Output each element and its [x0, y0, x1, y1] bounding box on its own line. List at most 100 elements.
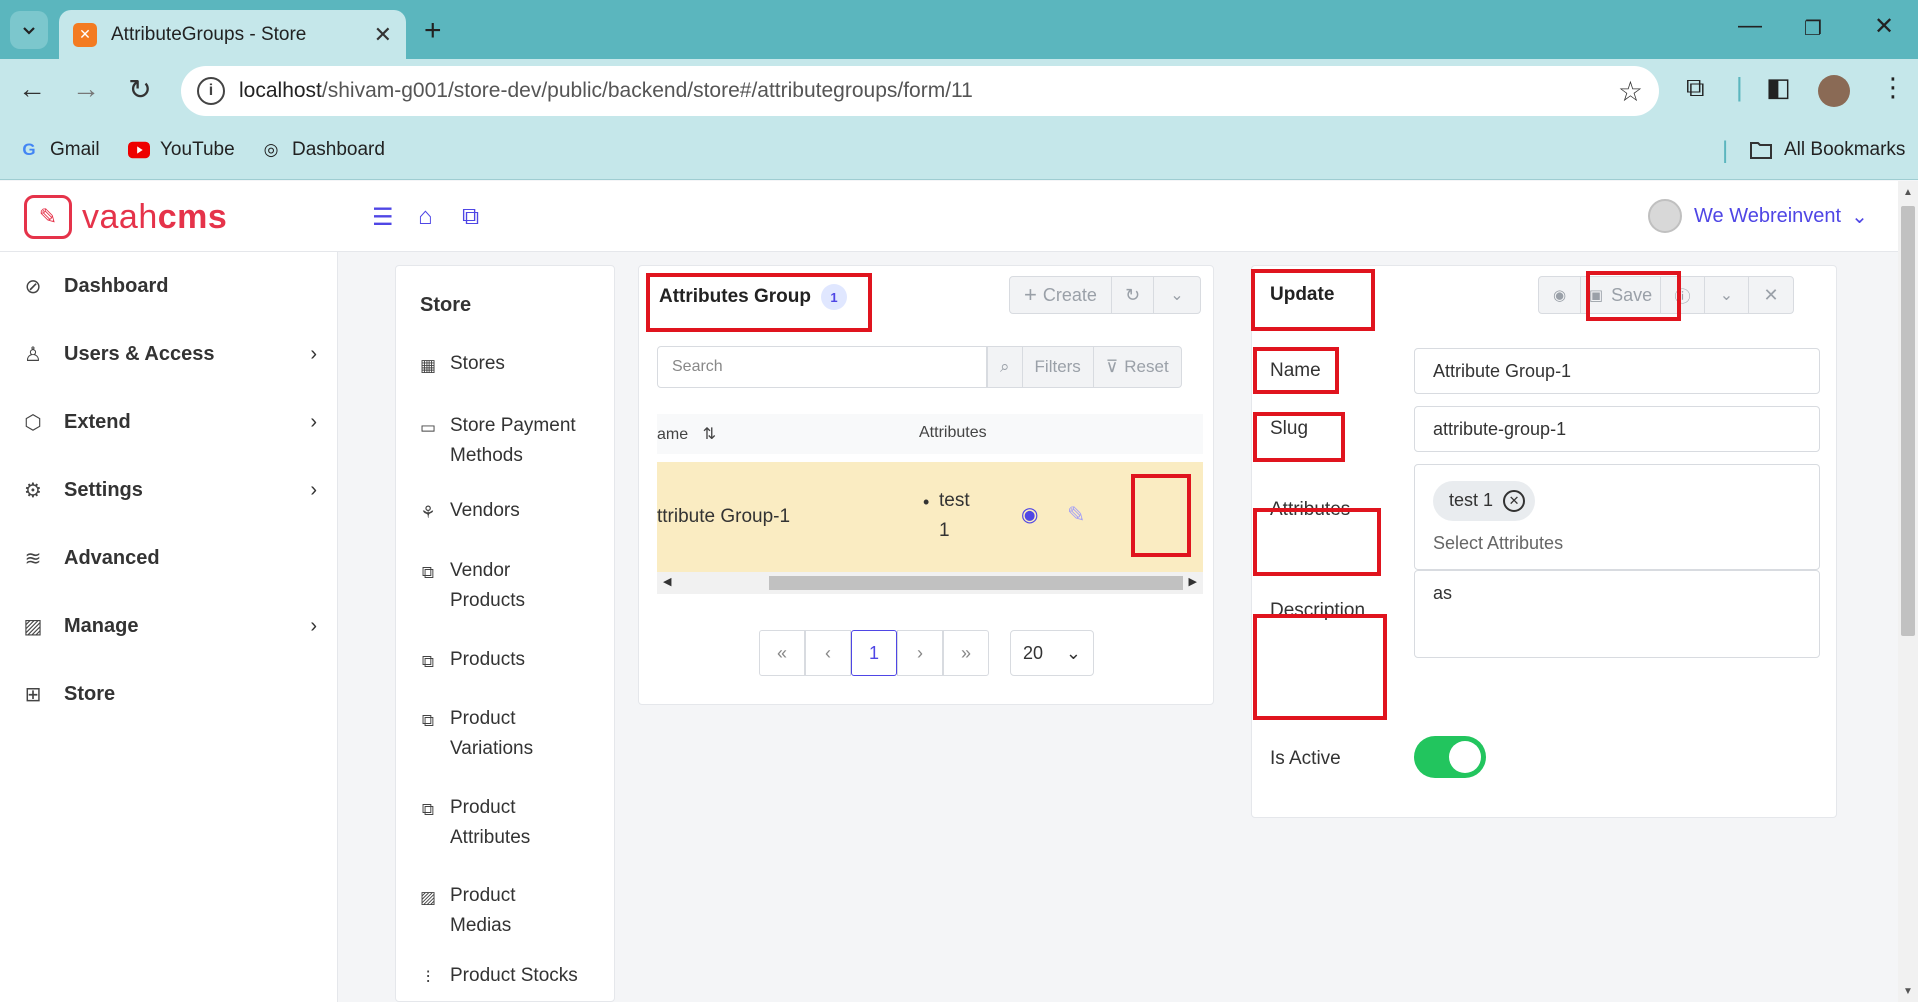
user-name: We Webreinvent: [1694, 204, 1842, 227]
address-bar[interactable]: i localhost/shivam-g001/store-dev/public…: [181, 66, 1659, 116]
chevron-down-icon: ⌄: [1170, 287, 1184, 304]
eye-icon: ◉: [1552, 287, 1567, 304]
sidebar-item-extend[interactable]: ⬡ Extend ›: [22, 410, 317, 435]
name-value: Attribute Group-1: [1433, 360, 1572, 381]
scroll-left-icon[interactable]: ◀: [663, 575, 671, 588]
bookmark-star-icon[interactable]: ☆: [1618, 75, 1643, 108]
close-form-button[interactable]: ✕: [1749, 277, 1793, 313]
next-page-button[interactable]: ›: [897, 630, 943, 676]
last-page-button[interactable]: »: [943, 630, 989, 676]
rows-per-page-select[interactable]: 20 ⌄: [1010, 630, 1094, 676]
bookmark-dashboard[interactable]: ◎ Dashboard: [260, 139, 385, 161]
vaahcms-logo[interactable]: ✎ vaahcms: [24, 195, 227, 239]
handshake-icon: ⚘: [420, 503, 436, 522]
attributes-multiselect[interactable]: test 1 ✕ Select Attributes: [1414, 464, 1820, 570]
bookmark-label: YouTube: [160, 139, 235, 160]
column-name-header[interactable]: ame ⇅: [657, 424, 716, 444]
name-field[interactable]: Attribute Group-1: [1414, 348, 1820, 394]
filters-button[interactable]: Filters: [1021, 347, 1093, 387]
store-menu-item-product-medias[interactable]: ▨ Product Medias: [418, 881, 608, 941]
store-menu-item-vendors[interactable]: ⚘ Vendors: [418, 496, 608, 528]
browser-tab-active[interactable]: ✕ AttributeGroups - Store ✕: [59, 10, 406, 59]
slug-field[interactable]: attribute-group-1: [1414, 406, 1820, 452]
is-active-toggle[interactable]: [1414, 736, 1486, 778]
search-input[interactable]: Search: [657, 346, 987, 388]
page-number-button[interactable]: 1: [851, 630, 897, 676]
table-horizontal-scrollbar[interactable]: ◀ ▶: [657, 572, 1203, 594]
tab-title: AttributeGroups - Store: [111, 23, 307, 45]
annotation-box-save-button: [1586, 271, 1681, 321]
store-menu-item-stores[interactable]: ▦ Stores: [418, 349, 608, 381]
refresh-button[interactable]: ↻: [1112, 277, 1154, 313]
side-panel-icon[interactable]: ◧: [1766, 72, 1791, 103]
user-menu[interactable]: We Webreinvent ⌄: [1648, 199, 1868, 233]
bookmark-gmail[interactable]: G Gmail: [18, 139, 100, 161]
back-arrow-icon[interactable]: ←: [14, 73, 50, 105]
store-submenu: Store ▦ Stores ▭ Store Payment Methods ⚘ …: [395, 265, 615, 1002]
first-page-button[interactable]: «: [759, 630, 805, 676]
scroll-thumb[interactable]: [769, 576, 1183, 590]
reset-button[interactable]: ⊽ Reset: [1092, 347, 1181, 387]
box-icon: ⬡: [24, 412, 42, 434]
extensions-puzzle-icon[interactable]: ⧉: [1686, 72, 1705, 104]
sidebar-item-dashboard[interactable]: ⊘ Dashboard: [22, 274, 317, 299]
new-tab-icon[interactable]: +: [424, 14, 442, 48]
minimize-icon[interactable]: —: [1738, 12, 1762, 40]
close-tab-icon[interactable]: ✕: [374, 22, 392, 48]
form-more-button[interactable]: ⌄: [1705, 277, 1749, 313]
bookmark-label: Gmail: [50, 139, 100, 160]
scroll-down-icon[interactable]: ▼: [1903, 986, 1913, 997]
scroll-up-icon[interactable]: ▲: [1903, 187, 1913, 198]
annotation-box-name-label: [1253, 347, 1339, 394]
sidebar-item-manage[interactable]: ▨ Manage ›: [22, 614, 317, 639]
scroll-right-icon[interactable]: ▶: [1189, 575, 1197, 588]
forward-arrow-icon[interactable]: →: [68, 73, 104, 105]
kebab-menu-icon[interactable]: ⋮: [1880, 72, 1906, 103]
reload-icon[interactable]: ↻: [122, 73, 158, 106]
bookmark-label: Dashboard: [292, 139, 385, 160]
sidebar-item-store[interactable]: ⊞ Store: [22, 682, 317, 707]
copy-icon: ⧉: [421, 563, 435, 582]
column-attributes-header: Attributes: [919, 424, 987, 441]
tab-search-button[interactable]: [10, 11, 48, 49]
sidebar-item-users-access[interactable]: ♙ Users & Access ›: [22, 342, 317, 367]
rows-per-page-value: 20: [1023, 642, 1044, 663]
store-menu-item-product-stocks[interactable]: ⫶ Product Stocks: [418, 961, 608, 993]
store-menu-item-product-attributes[interactable]: ⧉ Product Attributes: [418, 793, 608, 853]
table-row[interactable]: ttribute Group-1 • test 1 ◉ ✎: [657, 462, 1203, 572]
sidebar-item-advanced[interactable]: ≋ Advanced: [22, 546, 317, 571]
slug-value: attribute-group-1: [1433, 418, 1567, 439]
chip-label: test 1: [1449, 490, 1494, 510]
store-menu-item-vendor-products[interactable]: ⧉ Vendor Products: [418, 556, 608, 616]
view-eye-icon[interactable]: ◉: [1021, 502, 1038, 527]
site-info-icon[interactable]: i: [197, 77, 225, 105]
view-button[interactable]: ◉: [1539, 277, 1581, 313]
external-link-icon[interactable]: ⧉: [462, 203, 479, 231]
row-name-cell: ttribute Group-1: [657, 506, 791, 527]
edit-pencil-icon[interactable]: ✎: [1067, 502, 1085, 528]
profile-avatar[interactable]: [1818, 75, 1850, 107]
create-button[interactable]: + Create: [1010, 277, 1112, 313]
page-scrollbar[interactable]: ▲ ▼: [1898, 181, 1918, 1002]
list-more-button[interactable]: ⌄: [1154, 277, 1200, 313]
sidebar-item-label: Advanced: [64, 547, 160, 569]
close-icon: ✕: [1763, 284, 1779, 305]
page-scroll-thumb[interactable]: [1901, 206, 1915, 636]
database-icon: ≋: [24, 548, 42, 570]
all-bookmarks[interactable]: All Bookmarks: [1748, 139, 1905, 161]
remove-chip-icon[interactable]: ✕: [1503, 489, 1526, 512]
prev-page-button[interactable]: ‹: [805, 630, 851, 676]
sort-icon: ⇅: [702, 426, 716, 443]
store-menu-item-product-variations[interactable]: ⧉ Product Variations: [418, 704, 608, 764]
store-menu-item-products[interactable]: ⧉ Products: [418, 645, 608, 677]
description-textarea[interactable]: as: [1414, 570, 1820, 658]
restore-icon[interactable]: ❐: [1804, 16, 1822, 41]
menu-toggle-icon[interactable]: ☰: [372, 203, 394, 232]
bookmark-youtube[interactable]: YouTube: [128, 139, 235, 161]
home-icon[interactable]: ⌂: [418, 203, 433, 231]
sidebar-item-label: Settings: [64, 479, 143, 501]
search-button[interactable]: ⌕: [987, 347, 1022, 387]
window-close-icon[interactable]: ✕: [1874, 12, 1894, 41]
store-menu-item-payment-methods[interactable]: ▭ Store Payment Methods: [418, 411, 608, 471]
sidebar-item-settings[interactable]: ⚙ Settings ›: [22, 478, 317, 503]
